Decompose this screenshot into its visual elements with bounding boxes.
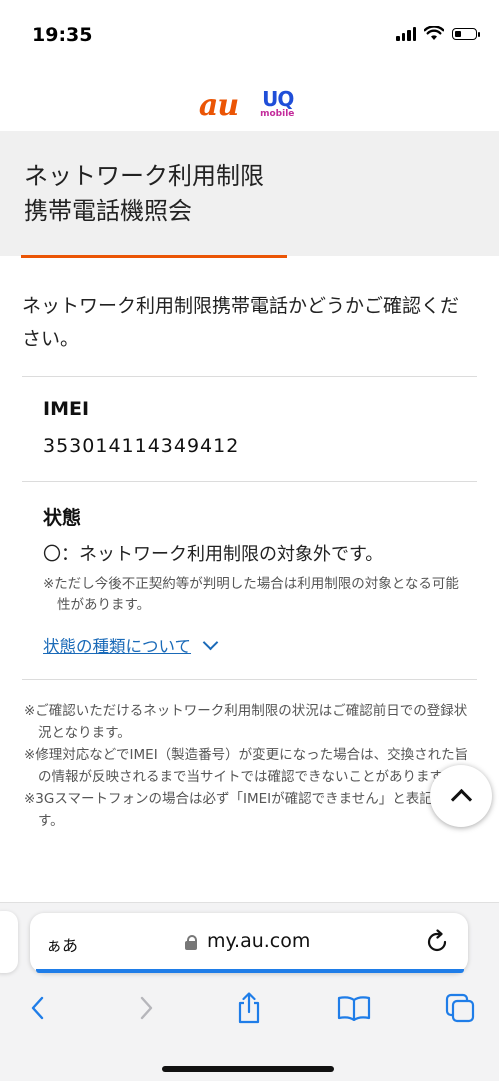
note-item: ※ご確認いただけるネットワーク利用制限の状況はご確認前日での登録状況となります。: [24, 703, 468, 741]
state-types-link-label: 状態の種類について: [43, 637, 192, 656]
status-time: 19:35: [32, 24, 93, 46]
wifi-icon: [424, 26, 444, 40]
uq-mobile-logo: UQ mobile: [260, 87, 300, 123]
tabs-icon: [445, 993, 475, 1023]
battery-icon: [452, 27, 480, 40]
state-value: 〇：ネットワーク利用制限の対象外です。: [43, 544, 384, 565]
brand-logos: au UQ mobile: [0, 80, 499, 130]
divider: [22, 679, 477, 680]
scroll-to-top-button[interactable]: [430, 765, 492, 827]
back-button[interactable]: [18, 988, 58, 1028]
chevron-up-icon: [450, 788, 472, 811]
book-icon: [337, 996, 371, 1021]
previous-tab-card[interactable]: [0, 911, 18, 973]
notes: ※ご確認いただけるネットワーク利用制限の状況はご確認前日での登録状況となります。…: [24, 700, 474, 832]
au-logo: au: [198, 87, 239, 123]
title-underline: [21, 255, 287, 258]
tabs-button[interactable]: [440, 988, 480, 1028]
title-band: ネットワーク利用制限 携帯電話機照会: [0, 131, 499, 256]
forward-button[interactable]: [126, 988, 166, 1028]
address-bar[interactable]: ぁあ my.au.com: [30, 913, 468, 973]
divider: [22, 481, 477, 482]
lock-icon: [185, 935, 197, 950]
share-icon: [238, 992, 260, 1024]
note-item: ※3Gスマートフォンの場合は必ず「IMEIが確認できません」と表記されます。: [24, 791, 474, 829]
share-button[interactable]: [229, 988, 269, 1028]
status-icons: [396, 26, 480, 41]
browser-nav-row: [0, 988, 499, 1028]
browser-toolbar: ぁあ my.au.com: [0, 902, 499, 1081]
chevron-left-icon: [31, 996, 44, 1020]
page-title: ネットワーク利用制限 携帯電話機照会: [24, 162, 264, 225]
imei-label: IMEI: [43, 398, 90, 420]
reload-icon[interactable]: [424, 929, 450, 955]
bookmarks-button[interactable]: [334, 988, 374, 1028]
home-indicator: [162, 1066, 334, 1072]
note-item: ※修理対応などでIMEI（製造番号）が変更になった場合は、交換された旨の情報が反…: [24, 747, 469, 785]
url-text: my.au.com: [207, 930, 311, 952]
state-types-link[interactable]: 状態の種類について: [43, 633, 219, 657]
cellular-signal-icon: [396, 26, 416, 41]
chevron-right-icon: [140, 996, 153, 1020]
chevron-down-icon: [202, 634, 219, 650]
status-bar: 19:35: [0, 0, 499, 72]
intro-text: ネットワーク利用制限携帯電話かどうかご確認ください。: [22, 295, 460, 350]
divider: [22, 376, 477, 377]
state-label: 状態: [43, 507, 82, 529]
imei-value: 353014114349412: [43, 435, 240, 457]
state-note: ※ただし今後不正契約等が判明した場合は利用制限の対象となる可能性があります。: [43, 576, 459, 613]
uq-logo-text: UQ: [262, 87, 294, 111]
reader-options-button[interactable]: ぁあ: [46, 932, 78, 956]
mobile-logo-text: mobile: [260, 109, 295, 119]
page-load-progress: [36, 969, 464, 973]
